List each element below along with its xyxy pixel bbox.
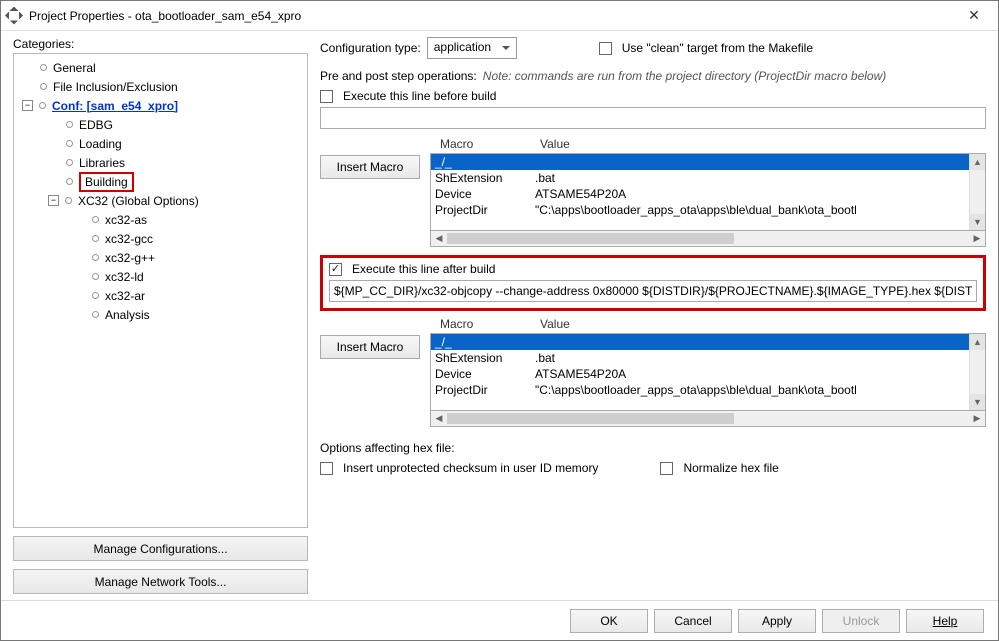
- scroll-thumb[interactable]: [447, 413, 734, 424]
- tree-item-loading[interactable]: Loading: [14, 134, 307, 153]
- pre-post-note: Note: commands are run from the project …: [483, 69, 886, 83]
- categories-label: Categories:: [13, 37, 308, 51]
- titlebar: Project Properties - ota_bootloader_sam_…: [1, 1, 998, 31]
- tree-item-general[interactable]: General: [14, 58, 307, 77]
- app-icon: [5, 7, 23, 25]
- after-build-command-input[interactable]: [329, 280, 977, 302]
- tree-item-xc32-as[interactable]: xc32-as: [14, 210, 307, 229]
- table-row[interactable]: ProjectDir"C:\apps\bootloader_apps_ota\a…: [431, 382, 985, 398]
- options-hex-label: Options affecting hex file:: [320, 441, 986, 455]
- tree-item-xc32-ar[interactable]: xc32-ar: [14, 286, 307, 305]
- insert-macro-button-before[interactable]: Insert Macro: [320, 155, 420, 179]
- unlock-button[interactable]: Unlock: [822, 609, 900, 633]
- scroll-left-icon[interactable]: ◀: [431, 233, 447, 244]
- scroll-right-icon[interactable]: ▶: [969, 413, 985, 424]
- bullet-icon: [66, 121, 73, 128]
- clean-target-label: Use "clean" target from the Makefile: [622, 41, 813, 55]
- pre-post-label: Pre and post step operations:: [320, 69, 477, 83]
- bullet-icon: [92, 311, 99, 318]
- table-row[interactable]: _/_: [431, 154, 985, 170]
- execute-before-checkbox[interactable]: [320, 90, 333, 103]
- close-icon[interactable]: ✕: [954, 7, 994, 24]
- tree-item-xc32[interactable]: −XC32 (Global Options): [14, 191, 307, 210]
- ok-button[interactable]: OK: [570, 609, 648, 633]
- before-build-command-input[interactable]: [320, 107, 986, 129]
- bullet-icon: [66, 159, 73, 166]
- bullet-icon: [65, 197, 72, 204]
- config-type-select[interactable]: application: [427, 37, 517, 59]
- macro-table-before[interactable]: _/_ ShExtension.bat DeviceATSAME54P20A P…: [430, 153, 986, 231]
- table-row[interactable]: ProjectDir"C:\apps\bootloader_apps_ota\a…: [431, 202, 985, 218]
- tree-item-analysis[interactable]: Analysis: [14, 305, 307, 324]
- manage-configurations-button[interactable]: Manage Configurations...: [13, 536, 308, 561]
- bullet-icon: [66, 178, 73, 185]
- cancel-button[interactable]: Cancel: [654, 609, 732, 633]
- table-row[interactable]: ShExtension.bat: [431, 350, 985, 366]
- insert-checksum-checkbox[interactable]: [320, 462, 333, 475]
- bullet-icon: [40, 83, 47, 90]
- insert-checksum-label: Insert unprotected checksum in user ID m…: [343, 461, 598, 475]
- execute-before-label: Execute this line before build: [343, 89, 496, 103]
- value-header: Value: [540, 137, 690, 151]
- project-properties-window: Project Properties - ota_bootloader_sam_…: [0, 0, 999, 641]
- bullet-icon: [40, 64, 47, 71]
- vertical-scrollbar[interactable]: ▲▼: [969, 334, 985, 410]
- categories-tree[interactable]: General File Inclusion/Exclusion −Conf: …: [13, 53, 308, 528]
- bullet-icon: [92, 292, 99, 299]
- tree-item-xc32-gcc[interactable]: xc32-gcc: [14, 229, 307, 248]
- value-header: Value: [540, 317, 690, 331]
- scroll-up-icon[interactable]: ▲: [970, 154, 985, 170]
- horizontal-scrollbar[interactable]: ◀▶: [430, 411, 986, 427]
- bullet-icon: [92, 254, 99, 261]
- tree-item-conf[interactable]: −Conf: [sam_e54_xpro]: [14, 96, 307, 115]
- apply-button[interactable]: Apply: [738, 609, 816, 633]
- scroll-down-icon[interactable]: ▼: [970, 394, 985, 410]
- table-row[interactable]: ShExtension.bat: [431, 170, 985, 186]
- bullet-icon: [92, 235, 99, 242]
- table-row[interactable]: DeviceATSAME54P20A: [431, 186, 985, 202]
- macro-header: Macro: [440, 317, 540, 331]
- collapse-icon[interactable]: −: [22, 100, 33, 111]
- tree-item-libraries[interactable]: Libraries: [14, 153, 307, 172]
- execute-after-checkbox[interactable]: [329, 263, 342, 276]
- macro-header: Macro: [440, 137, 540, 151]
- scroll-thumb[interactable]: [447, 233, 734, 244]
- after-build-highlight: Execute this line after build: [320, 255, 986, 311]
- dialog-footer: OK Cancel Apply Unlock Help: [1, 600, 998, 640]
- dialog-body: Categories: General File Inclusion/Exclu…: [1, 31, 998, 600]
- left-pane: Categories: General File Inclusion/Exclu…: [13, 37, 308, 594]
- right-pane: Configuration type: application Use "cle…: [320, 37, 986, 594]
- vertical-scrollbar[interactable]: ▲▼: [969, 154, 985, 230]
- tree-item-xc32-gpp[interactable]: xc32-g++: [14, 248, 307, 267]
- normalize-hex-checkbox[interactable]: [660, 462, 673, 475]
- bullet-icon: [39, 102, 46, 109]
- config-type-label: Configuration type:: [320, 41, 421, 55]
- tree-item-file-inclusion[interactable]: File Inclusion/Exclusion: [14, 77, 307, 96]
- scroll-right-icon[interactable]: ▶: [969, 233, 985, 244]
- window-title: Project Properties - ota_bootloader_sam_…: [29, 9, 954, 23]
- tree-item-edbg[interactable]: EDBG: [14, 115, 307, 134]
- execute-after-label: Execute this line after build: [352, 262, 495, 276]
- macro-table-after[interactable]: _/_ ShExtension.bat DeviceATSAME54P20A P…: [430, 333, 986, 411]
- scroll-left-icon[interactable]: ◀: [431, 413, 447, 424]
- bullet-icon: [92, 216, 99, 223]
- manage-network-tools-button[interactable]: Manage Network Tools...: [13, 569, 308, 594]
- table-row[interactable]: DeviceATSAME54P20A: [431, 366, 985, 382]
- insert-macro-button-after[interactable]: Insert Macro: [320, 335, 420, 359]
- bullet-icon: [66, 140, 73, 147]
- tree-item-xc32-ld[interactable]: xc32-ld: [14, 267, 307, 286]
- clean-target-checkbox[interactable]: [599, 42, 612, 55]
- scroll-up-icon[interactable]: ▲: [970, 334, 985, 350]
- normalize-hex-label: Normalize hex file: [683, 461, 778, 475]
- help-button[interactable]: Help: [906, 609, 984, 633]
- scroll-down-icon[interactable]: ▼: [970, 214, 985, 230]
- table-row[interactable]: _/_: [431, 334, 985, 350]
- bullet-icon: [92, 273, 99, 280]
- tree-item-building[interactable]: Building: [14, 172, 307, 191]
- horizontal-scrollbar[interactable]: ◀▶: [430, 231, 986, 247]
- collapse-icon[interactable]: −: [48, 195, 59, 206]
